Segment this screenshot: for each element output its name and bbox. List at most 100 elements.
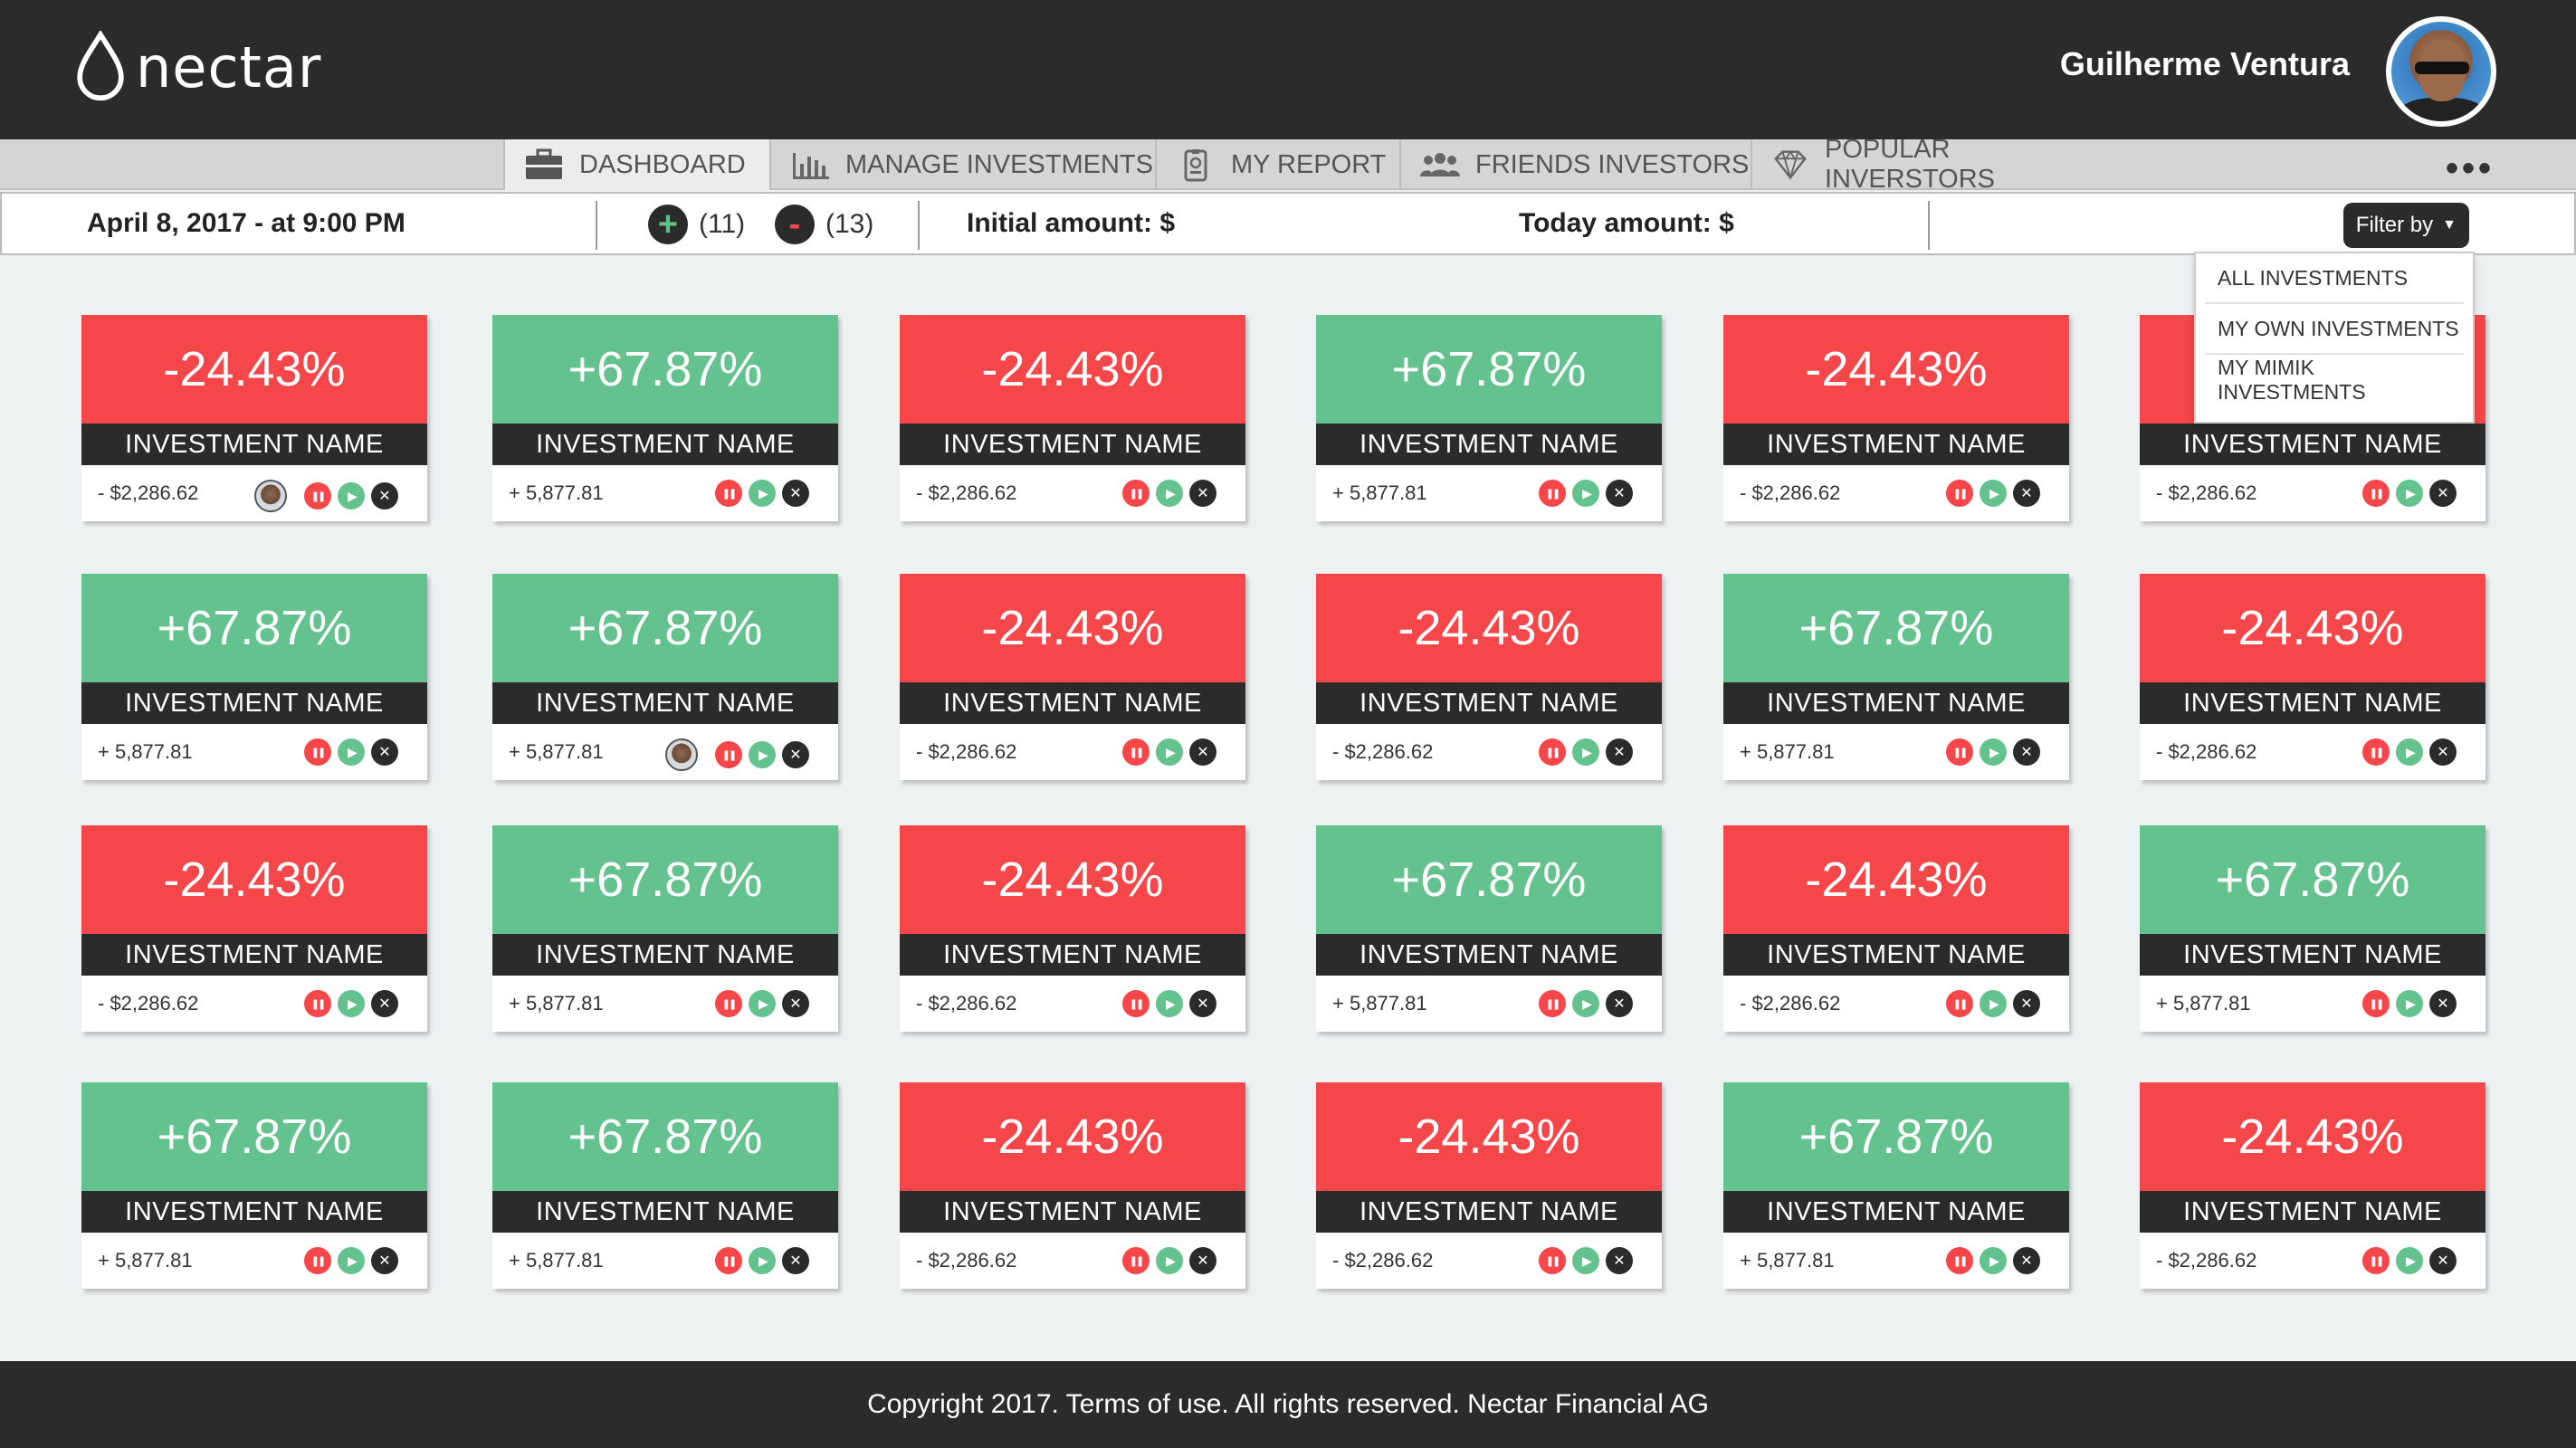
play-icon[interactable]: ▶	[1156, 480, 1183, 507]
pause-icon[interactable]: ❚❚	[1946, 990, 1973, 1017]
pause-icon[interactable]: ❚❚	[1122, 480, 1150, 507]
more-menu-icon[interactable]: •••	[2446, 148, 2495, 189]
pause-icon[interactable]: ❚❚	[1946, 738, 1973, 766]
pause-icon[interactable]: ❚❚	[715, 480, 742, 507]
investment-card[interactable]: +67.87% INVESTMENT NAME + 5,877.81 ❚❚ ▶ ✕	[492, 315, 838, 521]
filter-option-own[interactable]: MY OWN INVESTMENTS	[2205, 304, 2464, 355]
pause-icon[interactable]: ❚❚	[1539, 480, 1566, 507]
filter-option-all[interactable]: ALL INVESTMENTS	[2205, 253, 2464, 304]
investment-card[interactable]: -24.43%INVESTMENT NAME- $2,286.62❚❚▶✕	[81, 315, 427, 521]
investment-card[interactable]: -24.43%INVESTMENT NAME- $2,286.62❚❚▶✕	[900, 825, 1245, 1032]
close-icon[interactable]: ✕	[2429, 990, 2457, 1017]
play-icon[interactable]: ▶	[749, 990, 776, 1017]
close-icon[interactable]: ✕	[371, 482, 398, 510]
pause-icon[interactable]: ❚❚	[715, 741, 742, 768]
play-icon[interactable]: ▶	[1572, 738, 1599, 766]
filter-by-button[interactable]: Filter by ▼	[2342, 203, 2469, 248]
investment-card[interactable]: +67.87% INVESTMENT NAME + 5,877.81 ❚❚ ▶ ✕	[492, 1082, 838, 1289]
close-icon[interactable]: ✕	[1606, 738, 1633, 766]
close-icon[interactable]: ✕	[371, 990, 398, 1017]
investment-card[interactable]: -24.43%INVESTMENT NAME- $2,286.62❚❚▶✕	[900, 574, 1245, 780]
close-icon[interactable]: ✕	[782, 1247, 809, 1274]
pause-icon[interactable]: ❚❚	[715, 1247, 742, 1274]
close-icon[interactable]: ✕	[1189, 738, 1216, 766]
user-name[interactable]: Guilherme Ventura	[2060, 45, 2350, 83]
close-icon[interactable]: ✕	[1606, 990, 1633, 1017]
filter-option-mimik[interactable]: MY MIMIK INVESTMENTS	[2205, 355, 2464, 405]
play-icon[interactable]: ▶	[1156, 1247, 1183, 1274]
nav-manage-investments[interactable]: MANAGE INVESTMENTS	[771, 139, 1157, 190]
play-icon[interactable]: ▶	[1980, 480, 2007, 507]
nectar-logo[interactable]: nectar	[74, 31, 321, 103]
investment-card[interactable]: -24.43%INVESTMENT NAME- $2,286.62❚❚▶✕	[1723, 315, 2069, 521]
pause-icon[interactable]: ❚❚	[1946, 480, 1973, 507]
investment-card[interactable]: +67.87% INVESTMENT NAME + 5,877.81 ❚❚ ▶ ✕	[1316, 825, 1662, 1032]
play-icon[interactable]: ▶	[1572, 990, 1599, 1017]
close-icon[interactable]: ✕	[1189, 1247, 1216, 1274]
negative-count[interactable]: - (13)	[775, 205, 873, 244]
close-icon[interactable]: ✕	[371, 1247, 398, 1274]
investment-card[interactable]: -24.43%INVESTMENT NAME- $2,286.62❚❚▶✕	[81, 825, 427, 1032]
play-icon[interactable]: ▶	[2396, 1247, 2423, 1274]
close-icon[interactable]: ✕	[2013, 1247, 2040, 1274]
user-avatar[interactable]	[2386, 16, 2496, 127]
close-icon[interactable]: ✕	[371, 738, 398, 766]
investment-card[interactable]: +67.87% INVESTMENT NAME + 5,877.81 ❚❚ ▶ ✕	[81, 574, 427, 780]
close-icon[interactable]: ✕	[1189, 990, 1216, 1017]
pause-icon[interactable]: ❚❚	[1539, 738, 1566, 766]
play-icon[interactable]: ▶	[749, 741, 776, 768]
investment-card[interactable]: +67.87% INVESTMENT NAME + 5,877.81 ❚❚ ▶ ✕	[492, 574, 838, 780]
close-icon[interactable]: ✕	[2013, 738, 2040, 766]
play-icon[interactable]: ▶	[1572, 480, 1599, 507]
play-icon[interactable]: ▶	[338, 1247, 365, 1274]
play-icon[interactable]: ▶	[1980, 1247, 2007, 1274]
play-icon[interactable]: ▶	[338, 990, 365, 1017]
investment-card[interactable]: -24.43%INVESTMENT NAME- $2,286.62❚❚▶✕	[1316, 1082, 1662, 1289]
investment-card[interactable]: -24.43%INVESTMENT NAME- $2,286.62❚❚▶✕	[2140, 574, 2485, 780]
pause-icon[interactable]: ❚❚	[1946, 1247, 1973, 1274]
close-icon[interactable]: ✕	[782, 741, 809, 768]
close-icon[interactable]: ✕	[1189, 480, 1216, 507]
nav-popular-investors[interactable]: POPULAR INVERSTORS	[1752, 135, 2114, 194]
play-icon[interactable]: ▶	[1980, 738, 2007, 766]
nav-my-report[interactable]: MY REPORT	[1157, 139, 1401, 190]
play-icon[interactable]: ▶	[2396, 990, 2423, 1017]
investment-card[interactable]: +67.87% INVESTMENT NAME + 5,877.81 ❚❚ ▶ ✕	[492, 825, 838, 1032]
investment-card[interactable]: +67.87% INVESTMENT NAME + 5,877.81 ❚❚ ▶ ✕	[1723, 1082, 2069, 1289]
pause-icon[interactable]: ❚❚	[304, 482, 331, 510]
pause-icon[interactable]: ❚❚	[2362, 738, 2390, 766]
play-icon[interactable]: ▶	[338, 738, 365, 766]
pause-icon[interactable]: ❚❚	[2362, 1247, 2390, 1274]
play-icon[interactable]: ▶	[1156, 990, 1183, 1017]
close-icon[interactable]: ✕	[1606, 1247, 1633, 1274]
play-icon[interactable]: ▶	[749, 480, 776, 507]
pause-icon[interactable]: ❚❚	[1122, 738, 1150, 766]
close-icon[interactable]: ✕	[2013, 480, 2040, 507]
investor-avatar[interactable]	[254, 480, 287, 512]
nav-dashboard[interactable]: DASHBOARD	[503, 139, 771, 190]
pause-icon[interactable]: ❚❚	[715, 990, 742, 1017]
pause-icon[interactable]: ❚❚	[2362, 990, 2390, 1017]
pause-icon[interactable]: ❚❚	[304, 1247, 331, 1274]
play-icon[interactable]: ▶	[2396, 480, 2423, 507]
pause-icon[interactable]: ❚❚	[2362, 480, 2390, 507]
nav-friends-investors[interactable]: FRIENDS INVESTORS	[1401, 139, 1752, 190]
close-icon[interactable]: ✕	[2429, 480, 2457, 507]
play-icon[interactable]: ▶	[1156, 738, 1183, 766]
pause-icon[interactable]: ❚❚	[304, 738, 331, 766]
pause-icon[interactable]: ❚❚	[304, 990, 331, 1017]
play-icon[interactable]: ▶	[2396, 738, 2423, 766]
investment-card[interactable]: +67.87% INVESTMENT NAME + 5,877.81 ❚❚ ▶ ✕	[1316, 315, 1662, 521]
close-icon[interactable]: ✕	[782, 480, 809, 507]
investment-card[interactable]: +67.87% INVESTMENT NAME + 5,877.81 ❚❚ ▶ ✕	[2140, 825, 2485, 1032]
play-icon[interactable]: ▶	[1572, 1247, 1599, 1274]
investment-card[interactable]: +67.87% INVESTMENT NAME + 5,877.81 ❚❚ ▶ ✕	[81, 1082, 427, 1289]
close-icon[interactable]: ✕	[2429, 1247, 2457, 1274]
play-icon[interactable]: ▶	[1980, 990, 2007, 1017]
investment-card[interactable]: -24.43%INVESTMENT NAME- $2,286.62❚❚▶✕	[900, 315, 1245, 521]
close-icon[interactable]: ✕	[2013, 990, 2040, 1017]
investor-avatar[interactable]	[665, 738, 698, 771]
close-icon[interactable]: ✕	[1606, 480, 1633, 507]
close-icon[interactable]: ✕	[2429, 738, 2457, 766]
investment-card[interactable]: -24.43%INVESTMENT NAME- $2,286.62❚❚▶✕	[1316, 574, 1662, 780]
